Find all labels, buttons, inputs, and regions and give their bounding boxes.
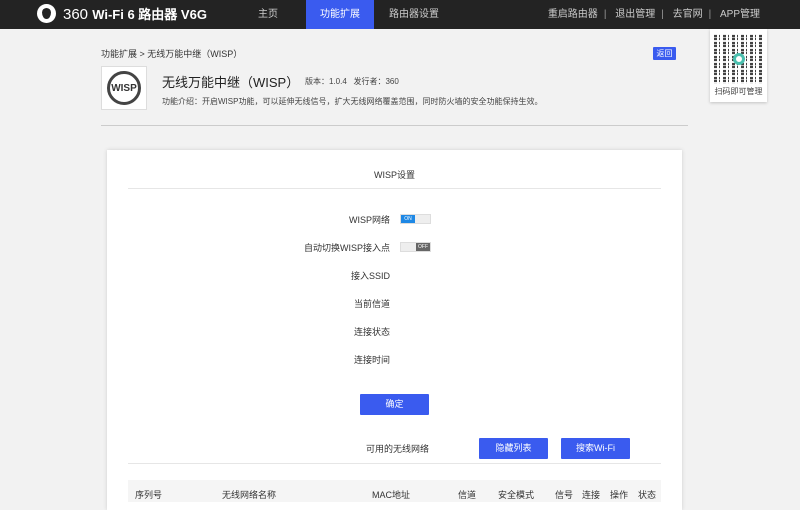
col-signal: 信号 xyxy=(555,490,574,500)
wisp-network-label: WISP网络 xyxy=(348,215,390,225)
version: 版本：1.0.4 xyxy=(305,77,347,86)
hide-list-button[interactable]: 隐藏列表 xyxy=(479,438,548,459)
ssid-label: 接入SSID xyxy=(350,271,390,281)
col-ssid: 无线网络名称 xyxy=(222,490,277,500)
nav-home[interactable]: 主页 xyxy=(245,0,291,29)
card-title: WISP设置 xyxy=(373,170,415,180)
auto-switch-label: 自动切换WISP接入点 xyxy=(303,243,390,253)
shield-logo-icon xyxy=(37,4,56,23)
qr-code-icon xyxy=(713,34,764,84)
confirm-button[interactable]: 确定 xyxy=(360,394,429,415)
product-name: Wi-Fi 6 路由器 V6G xyxy=(92,7,207,22)
logout-link[interactable]: 退出管理 xyxy=(615,9,655,20)
app-icon: WISP xyxy=(101,66,147,110)
col-channel: 信道 xyxy=(458,490,477,500)
back-button[interactable]: 返回 xyxy=(653,47,676,60)
available-networks-label: 可用的无线网络 xyxy=(366,444,430,454)
toggle-state: ON xyxy=(401,215,415,223)
brand-text: 360 xyxy=(63,6,89,23)
channel-label: 当前信道 xyxy=(353,299,390,309)
nav-router-settings[interactable]: 路由器设置 xyxy=(384,0,444,29)
app-manage-link[interactable]: APP管理 xyxy=(720,9,760,20)
auto-switch-toggle[interactable]: OFF xyxy=(400,242,431,252)
divider xyxy=(101,125,688,126)
toggle-state: OFF xyxy=(416,243,430,251)
reboot-link[interactable]: 重启路由器 xyxy=(548,9,598,20)
search-wifi-button[interactable]: 搜索Wi-Fi xyxy=(561,438,630,459)
table-header: 序列号 无线网络名称 MAC地址 信道 安全模式 信号 连接 操作 状态 xyxy=(128,480,661,502)
col-mac: MAC地址 xyxy=(372,490,410,500)
nav-extensions[interactable]: 功能扩展 xyxy=(306,0,374,29)
official-site-link[interactable]: 去官网 xyxy=(673,9,703,20)
connection-status-label: 连接状态 xyxy=(353,327,390,337)
publisher: 发行者：360 xyxy=(353,77,399,86)
app-description: 功能介绍：开启WISP功能，可以延伸无线信号，扩大无线网络覆盖范围，同时防火墙的… xyxy=(162,97,543,106)
col-action: 操作 xyxy=(610,490,629,500)
wisp-settings-card: WISP设置 WISP网络 ON 自动切换WISP接入点 OFF 接入SSID … xyxy=(107,150,682,510)
divider xyxy=(128,188,661,189)
col-index: 序列号 xyxy=(135,490,163,500)
logo: 360 Wi-Fi 6 路由器 V6G xyxy=(37,4,207,23)
qr-popup: 扫码即可管理 xyxy=(710,29,767,102)
wisp-icon: WISP xyxy=(107,71,141,105)
top-bar: 360 Wi-Fi 6 路由器 V6G 主页 功能扩展 路由器设置 重启路由器 |… xyxy=(0,0,800,29)
col-connect: 连接 xyxy=(582,490,601,500)
col-security: 安全模式 xyxy=(498,490,535,500)
col-status: 状态 xyxy=(638,490,657,500)
divider xyxy=(128,463,661,464)
breadcrumb: 功能扩展 > 无线万能中继（WISP） xyxy=(101,49,243,59)
qr-label: 扫码即可管理 xyxy=(714,87,763,96)
page-title: 无线万能中继（WISP） xyxy=(162,75,300,90)
wisp-network-toggle[interactable]: ON xyxy=(400,214,431,224)
connection-time-label: 连接时间 xyxy=(353,355,390,365)
